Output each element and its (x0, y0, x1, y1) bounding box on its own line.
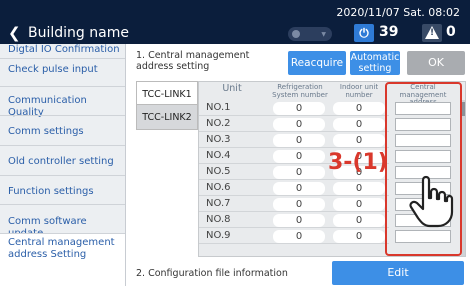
table-row: NO.8 0 0 (199, 212, 389, 228)
refrigeration-number: 0 (273, 134, 325, 147)
indoor-number: 0 (333, 102, 385, 115)
indoor-number: 0 (333, 182, 385, 195)
tab-tcc-link2[interactable]: TCC-LINK2 (136, 104, 198, 130)
operating-count: 39 (379, 24, 399, 40)
indoor-number: 0 (333, 118, 385, 131)
sidebar-item-function-settings[interactable]: Function settings (0, 186, 125, 198)
refrigeration-number: 0 (273, 182, 325, 195)
edit-button[interactable]: Edit (332, 261, 464, 285)
indoor-number: 0 (333, 230, 385, 243)
hand-pointer-icon (409, 175, 454, 228)
unit-label: NO.4 (206, 150, 231, 161)
unit-label: NO.9 (206, 230, 231, 241)
sidebar-item-check-pulse[interactable]: Check pulse input (0, 64, 125, 76)
building-name-title: Building name (28, 25, 129, 41)
toggle-switch[interactable]: ▼ (288, 27, 332, 41)
automatic-setting-button[interactable]: Automatic setting (350, 51, 400, 75)
unit-label: NO.6 (206, 182, 231, 193)
highlight-box (385, 82, 462, 256)
toggle-knob (292, 30, 300, 38)
table-row: NO.1 0 0 (199, 100, 389, 116)
section1-title: 1. Central management address setting (136, 50, 250, 72)
table-row: NO.2 0 0 (199, 116, 389, 132)
refrigeration-number: 0 (273, 198, 325, 211)
table-row: NO.6 0 0 (199, 180, 389, 196)
unit-label: NO.5 (206, 166, 231, 177)
warning-count: 0 (446, 24, 456, 40)
back-chevron-icon[interactable]: ❮ (8, 24, 21, 42)
step-annotation: 3-(1) (328, 150, 388, 175)
dropdown-triangle-icon: ▼ (321, 31, 326, 38)
indoor-number: 0 (333, 198, 385, 211)
sidebar-item-central-address[interactable]: Central management address Setting (0, 234, 125, 286)
column-header-indoor: Indoor unit number (339, 83, 379, 99)
header-bar: ❮ Building name 2020/11/07 Sat. 08:02 ▼ … (0, 0, 470, 44)
unit-label: NO.3 (206, 134, 231, 145)
reacquire-button[interactable]: Reacquire (288, 51, 346, 75)
column-header-refrigeration: Refrigeration System number (272, 83, 328, 99)
sidebar-item-old-controller[interactable]: Old controller setting (0, 156, 125, 168)
table-row: NO.3 0 0 (199, 132, 389, 148)
indoor-number: 0 (333, 134, 385, 147)
warning-icon: ! (422, 24, 442, 42)
unit-label: NO.1 (206, 102, 231, 113)
sidebar-item-comm-settings[interactable]: Comm settings (0, 126, 125, 138)
table-row: NO.7 0 0 (199, 196, 389, 212)
refrigeration-number: 0 (273, 150, 325, 163)
column-header-unit: Unit (222, 83, 242, 94)
refrigeration-number: 0 (273, 166, 325, 179)
refrigeration-number: 0 (273, 118, 325, 131)
unit-label: NO.7 (206, 198, 231, 209)
unit-label: NO.2 (206, 118, 231, 129)
section2-title: 2. Configuration file information (136, 268, 288, 279)
refrigeration-number: 0 (273, 214, 325, 227)
refrigeration-number: 0 (273, 230, 325, 243)
ok-button[interactable]: OK (407, 51, 465, 75)
datetime-display: 2020/11/07 Sat. 08:02 (336, 6, 460, 19)
sidebar: Digtal IO Confirmation Check pulse input… (0, 44, 126, 286)
unit-label: NO.8 (206, 214, 231, 225)
indoor-number: 0 (333, 214, 385, 227)
sidebar-item-digital-io[interactable]: Digtal IO Confirmation (0, 44, 125, 56)
refrigeration-number: 0 (273, 102, 325, 115)
power-icon: ⏻ (354, 24, 374, 42)
table-row: NO.9 0 0 (199, 228, 389, 244)
